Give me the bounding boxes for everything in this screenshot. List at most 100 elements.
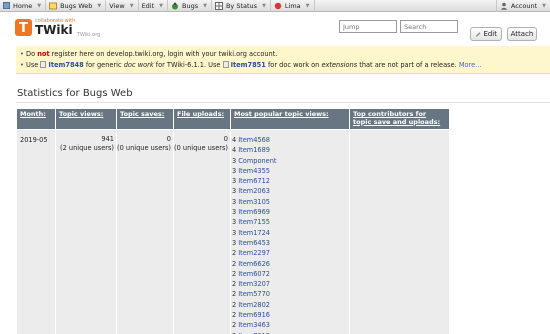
views-count: 941 <box>101 135 114 143</box>
topic-link[interactable]: Item1724 <box>238 229 270 237</box>
twiki-logo-image: T collaborate with TWiki TWiki.org <box>15 18 100 38</box>
item-link[interactable]: Item7851 <box>231 61 266 69</box>
notice-emphasis: not <box>37 50 50 58</box>
menu-bugs[interactable]: Bugs ▼ <box>168 0 212 12</box>
topic-link[interactable]: Item3105 <box>238 198 270 206</box>
list-item: 3 Component <box>232 156 276 166</box>
list-item: 3 Item6969 <box>232 207 276 217</box>
saves-count: 0 <box>166 135 171 143</box>
topic-link[interactable]: Item4355 <box>238 167 270 175</box>
chevron-down-icon: ▼ <box>37 2 42 9</box>
view-count: 3 <box>232 218 237 227</box>
more-link[interactable]: More... <box>459 61 482 69</box>
notice-emphasis: extensions <box>321 61 358 69</box>
menu-lima[interactable]: Lima ▼ <box>271 0 315 12</box>
menu-home-label: Home <box>13 1 33 10</box>
header-topic-saves[interactable]: Topic saves: <box>117 109 173 129</box>
cell-month: 2019-05 <box>17 130 55 334</box>
user-icon <box>500 2 508 10</box>
header-most-popular[interactable]: Most popular topic views: <box>231 109 349 129</box>
item-link[interactable]: Item7848 <box>48 61 83 69</box>
page-title: Statistics for Bugs Web <box>17 88 133 99</box>
notice-line-items: Use Item7848 for generic doc work for TW… <box>16 61 550 72</box>
view-count: 2 <box>232 259 237 268</box>
view-count: 2 <box>232 280 237 289</box>
header-file-uploads[interactable]: File uploads: <box>174 109 230 129</box>
search-input[interactable] <box>400 20 458 33</box>
list-item: 3 Item7155 <box>232 217 276 227</box>
topic-link[interactable]: Item2297 <box>238 249 270 257</box>
cell-top-contributors <box>350 130 449 334</box>
menu-edit[interactable]: Edit ▼ <box>139 0 169 12</box>
menu-account[interactable]: Account ▼ <box>495 0 550 12</box>
uploads-users: (0 unique users) <box>174 144 228 152</box>
page-header: T collaborate with TWiki TWiki.org Edit … <box>0 12 550 45</box>
topic-link[interactable]: Item6712 <box>238 177 270 185</box>
topic-link[interactable]: Item5770 <box>238 290 270 298</box>
topic-link[interactable]: Item7155 <box>238 218 270 226</box>
view-count: 3 <box>232 166 237 175</box>
view-count: 3 <box>232 177 237 186</box>
edit-button[interactable]: Edit <box>470 27 502 41</box>
chevron-down-icon: ▼ <box>262 2 266 9</box>
chevron-down-icon: ▼ <box>542 2 546 9</box>
menu-by-status-label: By Status <box>225 1 258 10</box>
menu-lima-label: Lima <box>284 1 301 10</box>
view-count: 2 <box>232 249 237 258</box>
topic-link[interactable]: Item6453 <box>238 239 270 247</box>
list-item: 3 Item1724 <box>232 228 276 238</box>
view-count: 2 <box>232 321 237 330</box>
notice-banner: Do not register here on develop.twiki.or… <box>16 46 550 74</box>
topic-link[interactable]: Item6916 <box>238 311 270 319</box>
view-count: 3 <box>232 238 237 247</box>
topic-link[interactable]: Item3463 <box>238 321 270 329</box>
topic-link[interactable]: Item6969 <box>238 208 270 216</box>
list-item: 4 Item4568 <box>232 135 276 145</box>
topic-link[interactable]: Item4568 <box>238 136 270 144</box>
header-month[interactable]: Month: <box>17 109 55 129</box>
topic-link[interactable]: Item6626 <box>238 260 270 268</box>
topic-link[interactable]: Item2063 <box>238 187 270 195</box>
jump-input[interactable] <box>339 20 397 33</box>
list-item: 2 Item3207 <box>232 279 276 289</box>
menu-account-label: Account <box>510 1 538 10</box>
list-item: 4 Item1689 <box>232 145 276 155</box>
chevron-down-icon: ▼ <box>203 2 207 9</box>
list-item: 2 Item6626 <box>232 259 276 269</box>
notice-text: for doc work on <box>265 61 322 69</box>
list-item: 3 Item4355 <box>232 166 276 176</box>
attach-button-label: Attach <box>510 30 534 38</box>
item-icon <box>40 61 47 68</box>
home-icon <box>3 2 10 9</box>
menu-edit-label: Edit <box>141 1 155 10</box>
list-item: 3 Item6453 <box>232 238 276 248</box>
saves-users: (0 unique users) <box>117 144 171 152</box>
view-count: 3 <box>232 187 237 196</box>
header-top-contributors[interactable]: Top contributors for topic save and uplo… <box>350 109 449 129</box>
chevron-down-icon: ▼ <box>97 2 102 9</box>
menu-by-status[interactable]: By Status ▼ <box>212 0 271 12</box>
topic-link[interactable]: Item1689 <box>238 146 270 154</box>
uploads-count: 0 <box>223 135 228 143</box>
menu-bugs-web-label: Bugs Web <box>60 1 93 10</box>
popular-topics-list: 4 Item4568 4 Item1689 3 Component 3 Item4355 3 It… <box>232 135 276 334</box>
attach-button[interactable]: Attach <box>507 27 537 41</box>
topic-link[interactable]: Item2802 <box>238 301 270 309</box>
menu-bugs-web[interactable]: Bugs Web ▼ <box>46 0 107 12</box>
list-item: 2 Item3463 <box>232 320 276 330</box>
list-item: 2 Item2802 <box>232 300 276 310</box>
list-item: 3 Item6712 <box>232 176 276 186</box>
view-count: 3 <box>232 228 237 237</box>
logo-text: TWiki <box>35 23 73 37</box>
list-item: 2Item7219 <box>232 331 276 334</box>
topic-link[interactable]: Item3207 <box>238 280 270 288</box>
menu-view[interactable]: View ▼ <box>106 0 139 12</box>
topic-link[interactable]: Item6072 <box>238 270 270 278</box>
chevron-down-icon: ▼ <box>129 2 134 9</box>
menu-home[interactable]: Home ▼ <box>0 0 47 12</box>
view-count: 3 <box>232 197 237 206</box>
item-icon <box>222 61 229 68</box>
header-topic-views[interactable]: Topic views: <box>56 109 116 129</box>
topic-link[interactable]: Component <box>238 157 276 165</box>
twiki-logo[interactable]: T collaborate with TWiki TWiki.org <box>15 15 110 42</box>
